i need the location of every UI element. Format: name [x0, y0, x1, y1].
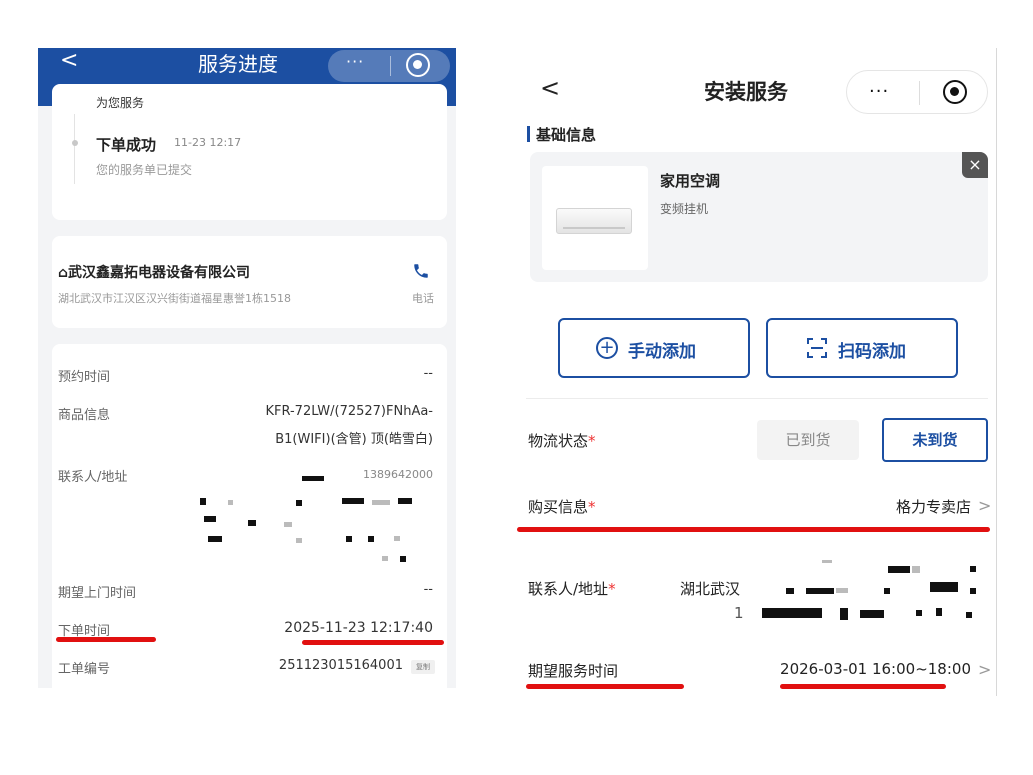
- option-arrived[interactable]: 已到货: [757, 420, 859, 460]
- order-time-value: 2025-11-23 12:17:40: [284, 620, 433, 636]
- appt-time-value: --: [423, 366, 433, 381]
- left-screenshot: < 服务进度 ··· 为您服务 下单成功 11-23 12:17 您的服务单已提…: [38, 48, 456, 688]
- appt-time-label: 预约时间: [58, 370, 111, 385]
- purchase-label-text: 购买信息: [528, 498, 589, 516]
- option-not-arrived[interactable]: 未到货: [882, 418, 988, 462]
- scan-add-label: 扫码添加: [838, 342, 906, 362]
- product-image: [542, 166, 648, 270]
- required-mark: *: [608, 580, 616, 598]
- progress-time: 11-23 12:17: [174, 136, 242, 149]
- contact-value-partial-2: 1: [734, 604, 744, 622]
- annotation-underline-order-time-label: [56, 637, 156, 642]
- chevron-right-icon[interactable]: >: [978, 496, 991, 515]
- purchase-value[interactable]: 格力专卖店: [896, 496, 971, 517]
- close-icon[interactable]: ×: [962, 152, 988, 178]
- back-button[interactable]: <: [540, 74, 560, 102]
- progress-prev-text: 为您服务: [96, 96, 145, 110]
- back-button[interactable]: <: [60, 48, 78, 73]
- shop-card[interactable]: ⌂武汉鑫嘉拓电器设备有限公司 湖北武汉市江汉区汉兴街街道福星惠誉1栋1518 电…: [52, 236, 447, 328]
- capsule-divider: [390, 56, 391, 76]
- product-name: 家用空调: [660, 172, 721, 190]
- page-title: 安装服务: [704, 80, 788, 104]
- product-card: 家用空调 变频挂机 ×: [530, 152, 988, 282]
- phone-icon[interactable]: [412, 262, 430, 280]
- required-mark: *: [588, 432, 596, 450]
- phone-label: 电话: [412, 292, 434, 305]
- shop-name: ⌂武汉鑫嘉拓电器设备有限公司: [58, 262, 250, 282]
- product-info-value-1: KFR-72LW/(72527)FNhAa-: [265, 404, 433, 419]
- capsule-divider: [919, 81, 920, 105]
- annotation-underline-purchase: [517, 527, 990, 532]
- contact-value-partial: 湖北武汉: [680, 580, 741, 598]
- contact-label: 联系人/地址: [58, 470, 128, 485]
- manual-add-button[interactable]: + 手动添加: [558, 318, 750, 378]
- progress-status: 下单成功: [96, 136, 157, 154]
- annotation-underline-order-time-value: [302, 640, 444, 645]
- manual-add-label: 手动添加: [628, 342, 696, 362]
- logistics-label-text: 物流状态: [528, 432, 589, 450]
- more-icon[interactable]: ···: [869, 81, 889, 102]
- progress-card: 为您服务 下单成功 11-23 12:17 您的服务单已提交: [52, 84, 447, 220]
- page-title: 服务进度: [198, 52, 278, 76]
- visit-time-value: --: [423, 582, 433, 597]
- shop-icon: ⌂: [58, 265, 69, 281]
- copy-button[interactable]: 复制: [411, 660, 435, 674]
- service-time-value[interactable]: 2026-03-01 16:00~18:00: [780, 660, 971, 678]
- scan-add-button[interactable]: 扫码添加: [766, 318, 958, 378]
- product-info-value-2: B1(WIFI)(含管) 顶(皓雪白): [275, 432, 433, 447]
- required-mark: *: [588, 498, 596, 516]
- section-title: 基础信息: [536, 126, 597, 144]
- timeline-dot: [72, 140, 78, 146]
- annotation-underline-service-time-label: [526, 684, 684, 689]
- divider: [526, 398, 988, 399]
- screenshot-edge: [996, 48, 997, 696]
- plus-circle-icon: +: [596, 337, 618, 359]
- logistics-label: 物流状态*: [528, 430, 596, 451]
- timeline-line: [74, 114, 75, 184]
- product-info-label: 商品信息: [58, 408, 111, 423]
- miniprogram-capsule: ···: [328, 50, 450, 82]
- visit-time-label: 期望上门时间: [58, 586, 137, 601]
- order-no-label: 工单编号: [58, 662, 111, 677]
- order-no-value: 251123015164001: [278, 658, 403, 673]
- air-conditioner-image: [556, 208, 632, 234]
- contact-label: 联系人/地址*: [528, 578, 616, 599]
- section-accent-bar: [527, 126, 530, 142]
- scan-icon: [807, 338, 827, 358]
- right-screenshot: < 安装服务 ··· 基础信息 家用空调 变频挂机 × + 手动添加 扫码添加 …: [522, 48, 997, 696]
- purchase-label: 购买信息*: [528, 496, 596, 517]
- contact-label-text: 联系人/地址: [528, 580, 609, 598]
- contact-partial: 1389642000: [363, 468, 433, 481]
- chevron-right-icon[interactable]: >: [978, 660, 991, 679]
- progress-sub: 您的服务单已提交: [96, 163, 193, 177]
- more-icon[interactable]: ···: [346, 52, 364, 71]
- shop-name-text: 武汉鑫嘉拓电器设备有限公司: [68, 265, 251, 281]
- service-time-label: 期望服务时间: [528, 662, 619, 680]
- shop-address: 湖北武汉市江汉区汉兴街街道福星惠誉1栋1518: [58, 292, 291, 305]
- target-icon[interactable]: [406, 53, 430, 77]
- target-icon[interactable]: [943, 80, 967, 104]
- annotation-underline-service-time-value: [780, 684, 946, 689]
- miniprogram-capsule: ···: [846, 70, 988, 114]
- product-sub: 变频挂机: [660, 202, 709, 216]
